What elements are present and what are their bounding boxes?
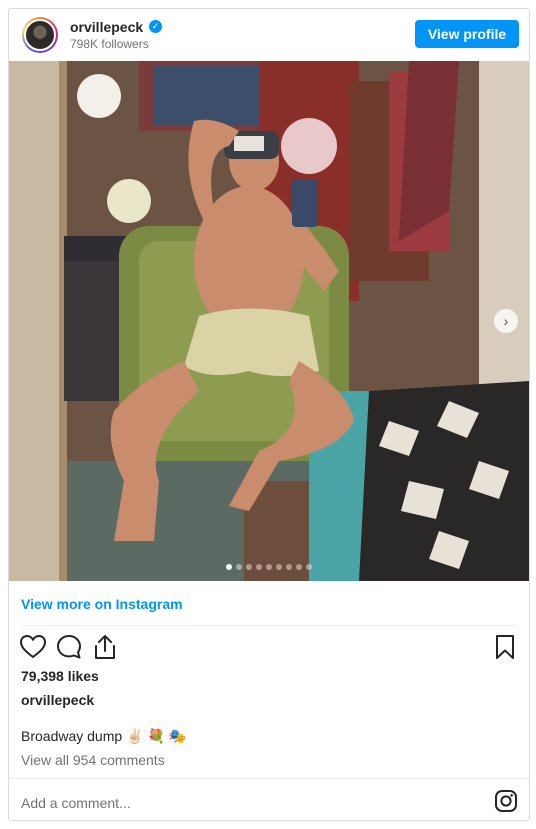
carousel-dot <box>286 564 292 570</box>
carousel-dot <box>236 564 242 570</box>
username[interactable]: orvillepeck <box>70 19 143 35</box>
verified-badge-icon: ✓ <box>149 20 162 33</box>
caption-emoji: ✌🏻 💐 🎭 <box>126 728 187 744</box>
like-count[interactable]: 79,398 likes <box>21 668 99 684</box>
carousel-dot <box>276 564 282 570</box>
carousel-dot <box>296 564 302 570</box>
view-profile-button[interactable]: View profile <box>415 20 519 48</box>
comment-icon[interactable] <box>55 633 83 661</box>
add-comment-input[interactable]: Add a comment... <box>21 795 131 811</box>
next-image-button[interactable]: › <box>494 309 518 333</box>
post-header: orvillepeck ✓ 798K followers View profil… <box>9 9 529 61</box>
view-comments-link[interactable]: View all 954 comments <box>21 752 165 768</box>
bookmark-icon[interactable] <box>491 633 519 661</box>
caption-username[interactable]: orvillepeck <box>21 692 94 708</box>
carousel-dot <box>226 564 232 570</box>
carousel-dot <box>306 564 312 570</box>
carousel-dot <box>246 564 252 570</box>
heart-icon[interactable] <box>19 633 47 661</box>
carousel-dots <box>9 564 529 570</box>
view-more-link[interactable]: View more on Instagram <box>21 596 183 612</box>
share-icon[interactable] <box>91 633 119 661</box>
post-photo-illustration <box>9 61 529 581</box>
instagram-icon[interactable] <box>494 789 518 813</box>
divider <box>9 778 529 779</box>
avatar[interactable] <box>22 17 58 53</box>
follower-count: 798K followers <box>70 37 149 51</box>
post-image[interactable]: › <box>9 61 529 581</box>
divider <box>21 625 517 626</box>
caption: Broadway dump ✌🏻 💐 🎭 <box>21 728 186 745</box>
carousel-dot <box>256 564 262 570</box>
action-bar <box>19 633 519 663</box>
avatar-image <box>24 19 56 51</box>
instagram-embed-card: orvillepeck ✓ 798K followers View profil… <box>8 8 530 821</box>
caption-text: Broadway dump <box>21 728 123 744</box>
carousel-dot <box>266 564 272 570</box>
